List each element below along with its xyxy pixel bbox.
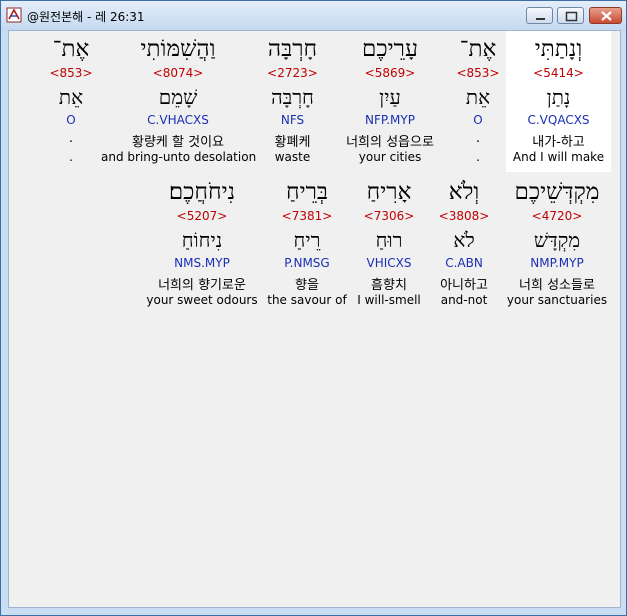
english-gloss: and bring-unto desolation	[101, 150, 257, 164]
interlinear-pane[interactable]: וְנָתַתִּי <5414> נָתַן C.VQACXS 내가-하고 A…	[8, 30, 621, 608]
lexeme: לֹא	[453, 228, 475, 252]
strong-number[interactable]: <7381>	[264, 209, 350, 223]
word-cell[interactable]: מִקְדְּשֵׁיכֶם <4720> מִקְדָּשׁ NMP.MYP …	[502, 174, 612, 315]
english-gloss: .	[69, 150, 73, 164]
strong-number[interactable]: <2723>	[255, 66, 330, 80]
hebrew-word: וְלֹא	[448, 179, 480, 205]
english-gloss: your cities	[358, 150, 422, 164]
korean-gloss: 너희 성소들로	[519, 278, 595, 293]
english-gloss: I will-smell	[357, 293, 421, 307]
word-cell[interactable]: אֶת־ <853> אֵת O . .	[45, 31, 97, 172]
english-gloss: your sweet odours	[146, 293, 258, 307]
strong-number[interactable]: <7306>	[352, 209, 426, 223]
lexeme: נִיחוֹחַ	[181, 228, 223, 252]
strong-number[interactable]: <5414>	[506, 66, 611, 80]
word-cell[interactable]: וְנָתַתִּי <5414> נָתַן C.VQACXS 내가-하고 A…	[506, 31, 611, 172]
lexeme: עַיִן	[379, 85, 401, 109]
lexeme: רֵיחַ	[293, 228, 321, 252]
app-logo-icon	[6, 7, 22, 23]
english-gloss: the savour of	[267, 293, 347, 307]
minimize-icon	[536, 18, 545, 20]
parsing-code[interactable]: NMP.MYP	[502, 256, 612, 270]
hebrew-word: מִקְדְּשֵׁיכֶם	[514, 179, 600, 205]
hebrew-word: אֶת־	[52, 36, 90, 62]
word-cell[interactable]: נִיחֹחֲכֶם׃ <5207> נִיחוֹחַ NMS.MYP 너희의 …	[142, 174, 262, 315]
parsing-code[interactable]: C.ABN	[429, 256, 499, 270]
strong-number[interactable]: <5207>	[142, 209, 262, 223]
lexeme: חָרְבָּה	[271, 85, 314, 109]
word-cell[interactable]: אֶת־ <853> אֵת O . .	[450, 31, 506, 172]
word-cell[interactable]: וַהֲשִׁמּוֹתִי <8074> שָׁמֵם C.VHACXS 황량…	[101, 31, 257, 172]
strong-number[interactable]: <3808>	[429, 209, 499, 223]
korean-gloss: .	[475, 131, 481, 146]
word-cell[interactable]: אָרִיחַ <7306> רוּחַ VHICXS 흠향치 I will-s…	[352, 174, 426, 315]
parsing-code[interactable]: NFP.MYP	[330, 113, 450, 127]
korean-gloss: 흠향치	[371, 278, 407, 293]
strong-number[interactable]: <4720>	[502, 209, 612, 223]
title-bar[interactable]: @원전본해 - 레 26:31	[1, 1, 626, 31]
maximize-icon	[565, 11, 578, 22]
korean-gloss: 향을	[295, 278, 319, 293]
minimize-button[interactable]	[526, 7, 553, 24]
english-gloss: and-not	[440, 293, 488, 307]
close-icon	[601, 11, 612, 21]
parsing-code[interactable]: P.NMSG	[264, 256, 350, 270]
lexeme: מִקְדָּשׁ	[533, 228, 581, 252]
hebrew-word: אָרִיחַ	[366, 179, 412, 205]
parsing-code[interactable]: C.VQACXS	[506, 113, 611, 127]
english-gloss: waste	[274, 150, 311, 164]
parsing-code[interactable]: VHICXS	[352, 256, 426, 270]
korean-gloss: 내가-하고	[532, 135, 585, 150]
english-gloss: .	[476, 150, 480, 164]
app-window: @원전본해 - 레 26:31 וְנָתַתִּי <5414> נָתַן …	[0, 0, 627, 616]
parsing-code[interactable]: O	[450, 113, 506, 127]
parsing-code[interactable]: NMS.MYP	[142, 256, 262, 270]
lexeme: נָתַן	[546, 85, 571, 109]
window-title: @원전본해 - 레 26:31	[27, 10, 145, 24]
english-gloss: And I will make	[512, 150, 605, 164]
strong-number[interactable]: <8074>	[101, 66, 255, 80]
korean-gloss: 황폐케	[274, 135, 311, 150]
hebrew-word: חָרְבָּה	[267, 36, 318, 62]
parsing-code[interactable]: O	[45, 113, 97, 127]
korean-gloss: 황량케 할 것이요	[132, 135, 224, 150]
hebrew-word: עָרֵיכֶם	[362, 36, 418, 62]
hebrew-word: בְּרֵיחַ	[285, 179, 329, 205]
parsing-code[interactable]: NFS	[255, 113, 330, 127]
lexeme: אֵת	[58, 85, 84, 109]
close-button[interactable]	[589, 7, 622, 24]
strong-number[interactable]: <853>	[450, 66, 506, 80]
lexeme: רוּחַ	[375, 228, 403, 252]
word-cell[interactable]: עָרֵיכֶם <5869> עַיִן NFP.MYP 너희의 성읍으로 y…	[330, 31, 450, 172]
hebrew-word: אֶת־	[459, 36, 497, 62]
word-cell[interactable]: וְלֹא <3808> לֹא C.ABN 아니하고 and-not	[429, 174, 499, 315]
lexeme: שָׁמֵם	[158, 85, 198, 109]
lexeme: אֵת	[465, 85, 491, 109]
strong-number[interactable]: <853>	[45, 66, 97, 80]
word-cell[interactable]: בְּרֵיחַ <7381> רֵיחַ P.NMSG 향을 the savo…	[264, 174, 350, 315]
strong-number[interactable]: <5869>	[330, 66, 450, 80]
korean-gloss: 너희의 향기로운	[158, 278, 246, 293]
hebrew-word: וַהֲשִׁמּוֹתִי	[140, 36, 216, 62]
word-cell[interactable]: חָרְבָּה <2723> חָרְבָּה NFS 황폐케 waste	[255, 31, 330, 172]
english-gloss: your sanctuaries	[506, 293, 608, 307]
korean-gloss: 너희의 성읍으로	[346, 135, 434, 150]
korean-gloss: .	[68, 131, 74, 146]
hebrew-word: נִיחֹחֲכֶם׃	[168, 179, 236, 205]
parsing-code[interactable]: C.VHACXS	[101, 113, 255, 127]
hebrew-word: וְנָתַתִּי	[534, 36, 583, 62]
maximize-button[interactable]	[557, 7, 584, 24]
korean-gloss: 아니하고	[440, 278, 488, 293]
